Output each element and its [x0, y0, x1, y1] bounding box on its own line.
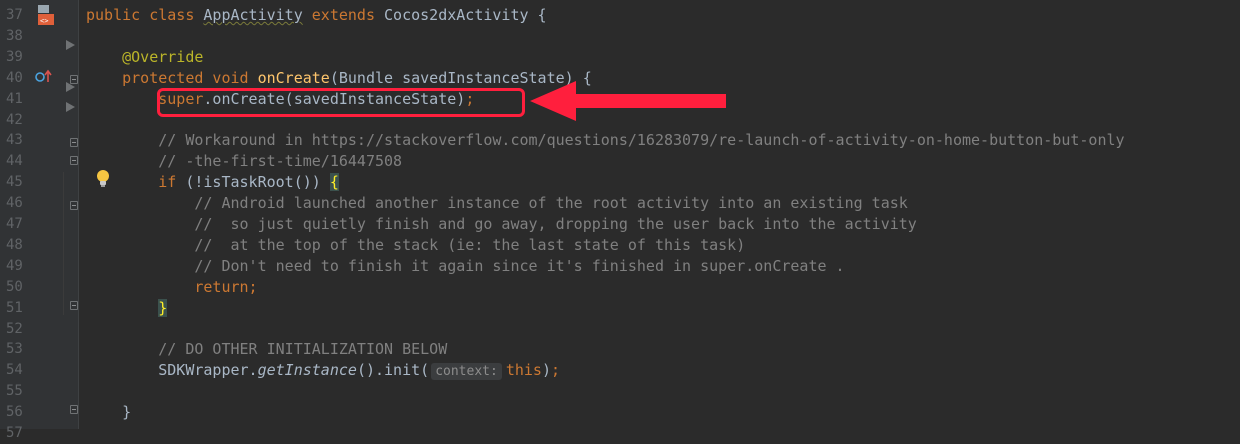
- code-text[interactable]: // at the top of the stack (ie: the last…: [86, 235, 745, 256]
- code-line[interactable]: 50 return;: [0, 277, 1240, 298]
- line-number: 38: [6, 27, 23, 44]
- line-number: 54: [6, 362, 23, 379]
- code-token: (!isTaskRoot()): [185, 173, 330, 192]
- code-text[interactable]: protected void onCreate(Bundle savedInst…: [86, 68, 592, 89]
- code-line[interactable]: 37 public class AppActivity extends Cocos…: [0, 5, 1240, 26]
- code-line[interactable]: 57: [0, 423, 1240, 444]
- code-token: onCreate: [257, 68, 330, 87]
- code-token: {: [329, 173, 339, 192]
- code-token: @Override: [86, 47, 204, 66]
- line-number: 53: [6, 341, 23, 358]
- code-token: AppActivity: [203, 6, 303, 24]
- line-number: 45: [6, 174, 23, 191]
- code-line[interactable]: 43 // Workaround in https://stackoverflo…: [0, 130, 1240, 151]
- code-text[interactable]: return;: [86, 277, 258, 298]
- code-line[interactable]: 48 // at the top of the stack (ie: the l…: [0, 235, 1240, 256]
- code-token: }: [86, 403, 132, 422]
- line-number: 56: [6, 404, 23, 421]
- code-line[interactable]: 47 // so just quietly finish and go away…: [0, 214, 1240, 235]
- code-token: protected void: [86, 68, 258, 87]
- line-number: 48: [6, 236, 23, 253]
- line-number: 44: [6, 153, 23, 170]
- code-text[interactable]: @Override: [86, 47, 203, 68]
- code-line[interactable]: 39 @Override: [0, 47, 1240, 68]
- code-token: SDKWrapper.: [86, 361, 258, 380]
- line-number: 52: [6, 320, 23, 337]
- code-text[interactable]: }: [86, 298, 168, 319]
- line-number: 51: [6, 299, 23, 316]
- code-text[interactable]: // Android launched another instance of …: [86, 193, 908, 214]
- code-token: this: [505, 361, 542, 380]
- line-number: 43: [6, 132, 23, 149]
- code-token: public class: [86, 6, 204, 24]
- code-text[interactable]: // Don't need to finish it again since i…: [86, 256, 845, 277]
- line-number: 57: [6, 425, 23, 441]
- line-number: 40: [6, 69, 23, 86]
- line-number: 47: [6, 216, 23, 232]
- code-line[interactable]: 54 SDKWrapper.getInstance().init(context…: [0, 360, 1240, 381]
- code-token: // -the-first-time/16447508: [86, 152, 403, 171]
- line-number: 55: [6, 383, 23, 400]
- code-token: ;: [550, 361, 560, 380]
- code-token: // so just quietly finish and go away, d…: [86, 215, 917, 233]
- code-token: extends: [302, 6, 385, 24]
- line-number: 46: [6, 195, 23, 212]
- code-text[interactable]: // -the-first-time/16447508: [86, 151, 402, 172]
- highlight-box: [157, 88, 525, 117]
- code-line[interactable]: 38: [0, 26, 1240, 47]
- code-token: getInstance: [257, 361, 357, 380]
- code-text[interactable]: // so just quietly finish and go away, d…: [86, 214, 917, 235]
- line-number: 49: [6, 257, 23, 274]
- line-number: 50: [6, 278, 23, 295]
- code-token: ): [541, 361, 551, 380]
- code-text[interactable]: SDKWrapper.getInstance().init(context: th…: [86, 360, 560, 381]
- code-line[interactable]: 51 }: [0, 298, 1240, 319]
- line-number: 41: [6, 90, 23, 107]
- parameter-hint: context:: [431, 363, 502, 381]
- code-token: // DO OTHER INITIALIZATION BELOW: [86, 340, 448, 359]
- line-number: 37: [6, 7, 23, 23]
- code-token: }: [158, 298, 168, 317]
- code-line[interactable]: 49 // Don't need to finish it again sinc…: [0, 256, 1240, 277]
- code-line[interactable]: 46 // Android launched another instance …: [0, 193, 1240, 214]
- code-line[interactable]: 56 }: [0, 402, 1240, 423]
- code-token: ().init(: [356, 361, 430, 380]
- arrow-annotation: [530, 81, 726, 121]
- code-token: // Workaround in https://stackoverflow.c…: [86, 131, 1125, 150]
- code-text[interactable]: }: [86, 402, 131, 423]
- code-token: Cocos2dxActivity {: [384, 6, 547, 24]
- code-line[interactable]: 55: [0, 381, 1240, 402]
- code-line[interactable]: 45 if (!isTaskRoot()) {: [0, 172, 1240, 193]
- code-token: if: [158, 173, 186, 192]
- code-text[interactable]: // Workaround in https://stackoverflow.c…: [86, 130, 1125, 151]
- code-token: return;: [194, 277, 258, 296]
- code-line[interactable]: 44 // -the-first-time/16447508: [0, 151, 1240, 172]
- line-number: 42: [6, 111, 23, 128]
- code-line[interactable]: 52: [0, 319, 1240, 340]
- code-editor[interactable]: <> 37 public class AppActivity extends Co…: [0, 0, 1240, 441]
- code-token: // at the top of the stack (ie: the last…: [86, 235, 746, 254]
- line-number: 39: [6, 48, 23, 65]
- code-token: // Don't need to finish it again since i…: [86, 256, 845, 275]
- code-token: // Android launched another instance of …: [86, 194, 908, 213]
- code-line[interactable]: 53 // DO OTHER INITIALIZATION BELOW: [0, 339, 1240, 360]
- code-text[interactable]: // DO OTHER INITIALIZATION BELOW: [86, 339, 447, 360]
- code-text[interactable]: if (!isTaskRoot()) {: [86, 172, 339, 193]
- code-text[interactable]: public class AppActivity extends Cocos2d…: [86, 5, 547, 26]
